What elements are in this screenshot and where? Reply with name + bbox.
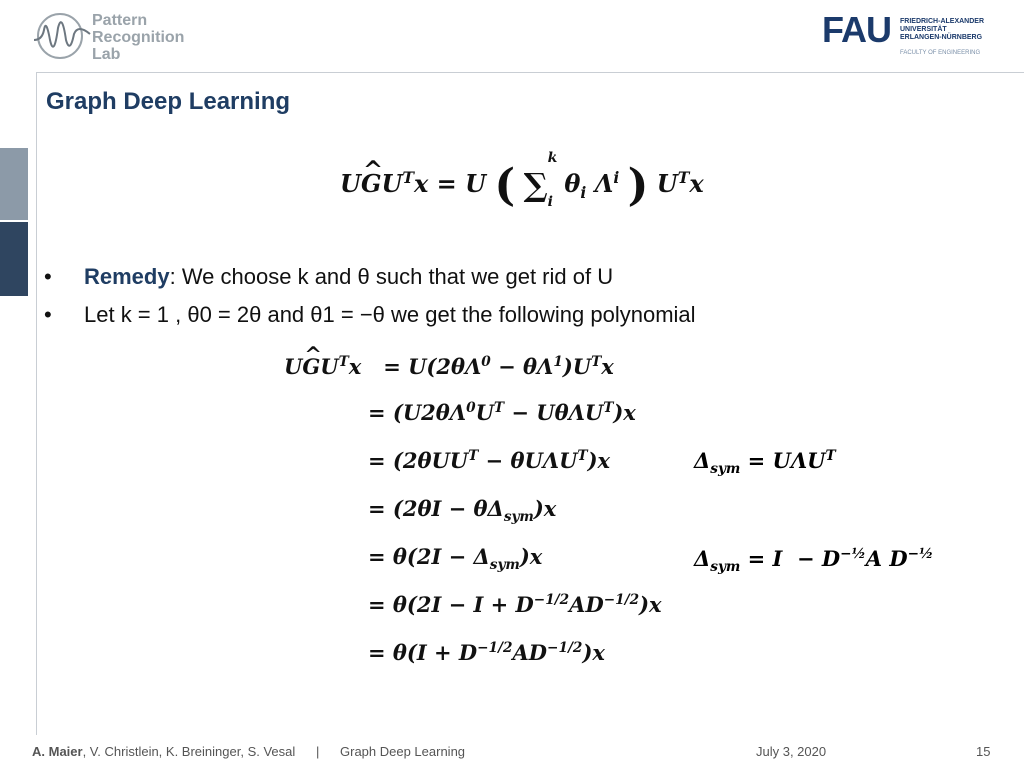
- slide-footer: A. Maier, V. Christlein, K. Breininger, …: [0, 736, 1024, 768]
- slide-header: Pattern Recognition Lab FAU FRIEDRICH-AL…: [0, 0, 1024, 70]
- derivation-line-6: = θ(2I − I + D−1/2AD−1/2)x: [368, 592, 662, 617]
- let-k-text: Let k = 1 , θ0 = 2θ and θ1 = −θ we get t…: [84, 302, 696, 327]
- equation-spectral-filter: UG ^ UTx = U ( ∑ k i θi Λi ) UTx: [340, 150, 704, 211]
- slide-title: Graph Deep Learning: [46, 88, 291, 115]
- remedy-label: Remedy: [84, 264, 170, 289]
- laplacian-definition-1: Δsym = UΛUT: [694, 448, 836, 478]
- pattern-recognition-lab-logo: [33, 13, 91, 59]
- footer-date: July 3, 2020: [756, 744, 827, 759]
- lab-name: Pattern Recognition Lab: [92, 12, 185, 63]
- remedy-text: : We choose k and θ such that we get rid…: [169, 264, 614, 289]
- derivation-line-5: = θ(2I − Δsym)x: [368, 544, 543, 574]
- side-accent-dark: [0, 222, 28, 296]
- derivation-line-7: = θ(I + D−1/2AD−1/2)x: [368, 640, 605, 665]
- derivation-line-1: UG ^ UTx = U(2θΛ0 − θΛ1)UTx: [284, 342, 614, 379]
- footer-separator: |: [316, 744, 320, 759]
- university-name: FRIEDRICH-ALEXANDER UNIVERSITÄT ERLANGEN…: [900, 18, 984, 41]
- derivation-line-2: = (U2θΛ0UT − UθΛUT)x: [368, 400, 636, 425]
- bullet-dot: •: [44, 302, 52, 327]
- derivation-line-3: = (2θUUT − θUΛUT)x: [368, 448, 611, 473]
- page-number: 15: [976, 744, 991, 759]
- faculty-name: FACULTY OF ENGINEERING: [900, 50, 981, 56]
- derivation-line-4: = (2θI − θΔsym)x: [368, 496, 557, 526]
- footer-topic: Graph Deep Learning: [340, 744, 466, 759]
- footer-authors: A. Maier, V. Christlein, K. Breininger, …: [32, 744, 296, 759]
- bullet-dot: •: [44, 264, 52, 289]
- fau-logo: FAU: [822, 9, 892, 50]
- laplacian-definition-2: Δsym = I − D−½A D−½: [694, 546, 934, 576]
- side-accent-light: [0, 148, 28, 220]
